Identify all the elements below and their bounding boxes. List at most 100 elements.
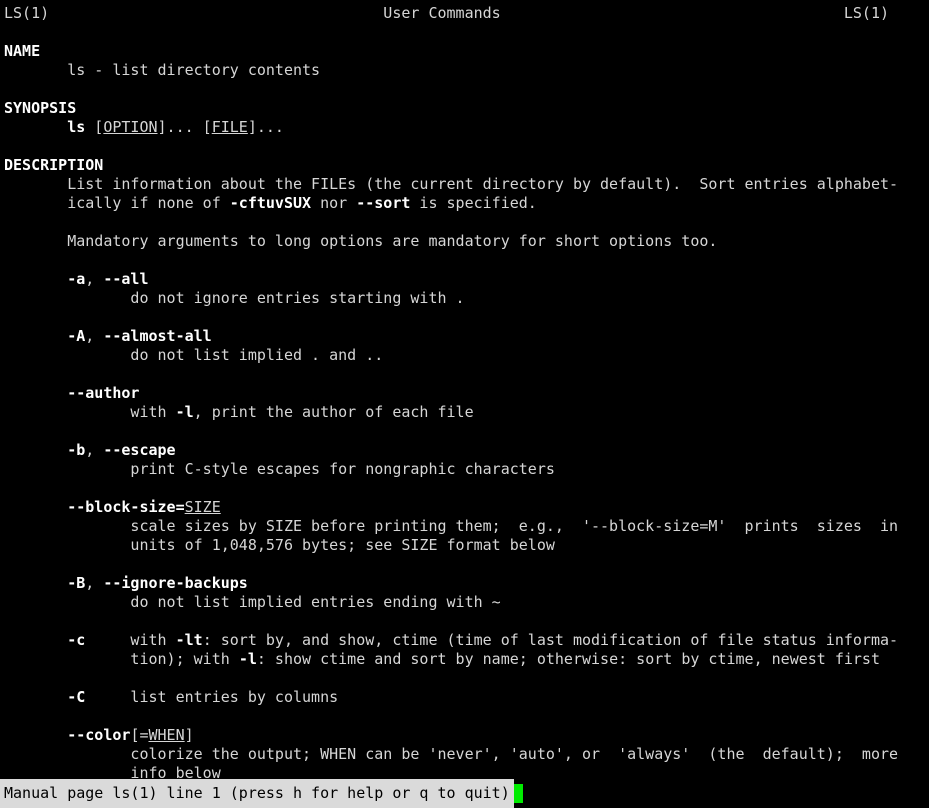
man-text-line: --block-size=SIZE <box>4 498 929 517</box>
blank-line <box>4 707 929 726</box>
man-text-line: scale sizes by SIZE before printing them… <box>4 517 929 536</box>
text-run: is specified. <box>410 194 536 212</box>
section-heading-text: DESCRIPTION <box>4 156 103 174</box>
section-heading-text: SYNOPSIS <box>4 99 76 117</box>
text-run: , <box>85 441 103 459</box>
option-flag: = <box>176 498 185 516</box>
text-run <box>4 574 67 592</box>
text-run: list entries by columns <box>85 688 338 706</box>
option-flag: -C <box>67 688 85 706</box>
option-flag: --ignore-backups <box>103 574 248 592</box>
option-flag: --almost-all <box>103 327 211 345</box>
man-header-row: LS(1) User Commands LS(1) <box>4 4 929 23</box>
option-argument: SIZE <box>185 498 221 516</box>
man-text-line: -B, --ignore-backups <box>4 574 929 593</box>
man-text-line: -b, --escape <box>4 441 929 460</box>
text-run <box>4 688 67 706</box>
blank-line <box>4 479 929 498</box>
man-page-viewport[interactable]: LS(1) User Commands LS(1) NAME ls - list… <box>0 0 929 779</box>
man-text-line: do not list implied entries ending with … <box>4 593 929 612</box>
text-run: : show ctime and sort by name; otherwise… <box>257 650 880 668</box>
man-text-line: Mandatory arguments to long options are … <box>4 232 929 251</box>
text-run: ]... [ <box>158 118 212 136</box>
blank-line <box>4 669 929 688</box>
text-run: , <box>85 270 103 288</box>
option-flag: -A <box>67 327 85 345</box>
man-text-line: ls [OPTION]... [FILE]... <box>4 118 929 137</box>
man-text-line: print C-style escapes for nongraphic cha… <box>4 460 929 479</box>
pager-status-text: Manual page ls(1) line 1 (press h for he… <box>0 779 514 808</box>
text-run <box>4 384 67 402</box>
text-run <box>4 441 67 459</box>
option-flag: --sort <box>356 194 410 212</box>
text-run <box>4 631 67 649</box>
text-run: with <box>85 631 175 649</box>
man-text-line: info below <box>4 764 929 779</box>
man-text-line: units of 1,048,576 bytes; see SIZE forma… <box>4 536 929 555</box>
section-heading-text: NAME <box>4 42 40 60</box>
man-text-line: -a, --all <box>4 270 929 289</box>
man-text-line: tion); with -l: show ctime and sort by n… <box>4 650 929 669</box>
option-flag: --author <box>67 384 139 402</box>
option-flag: --block-size <box>67 498 175 516</box>
option-flag: -lt <box>176 631 203 649</box>
blank-line <box>4 422 929 441</box>
text-run: [= <box>130 726 148 744</box>
text-run <box>4 327 67 345</box>
man-text-line: ls - list directory contents <box>4 61 929 80</box>
man-text-line: -C list entries by columns <box>4 688 929 707</box>
text-run: : sort by, and show, ctime (time of last… <box>203 631 898 649</box>
text-run: , print the author of each file <box>194 403 474 421</box>
man-text-line: --color[=WHEN] <box>4 726 929 745</box>
text-run: , <box>85 327 103 345</box>
man-section-heading: DESCRIPTION <box>4 156 929 175</box>
text-run: ically if none of <box>4 194 230 212</box>
text-run: ]... <box>248 118 284 136</box>
man-text-line: -A, --almost-all <box>4 327 929 346</box>
text-run: tion); with <box>4 650 239 668</box>
man-text-line: ically if none of -cftuvSUX nor --sort i… <box>4 194 929 213</box>
option-flag: --all <box>103 270 148 288</box>
blank-line <box>4 308 929 327</box>
option-flag: -l <box>239 650 257 668</box>
option-flag: -b <box>67 441 85 459</box>
text-run: ] <box>185 726 194 744</box>
text-run: [ <box>85 118 103 136</box>
text-run <box>4 270 67 288</box>
option-flag: -cftuvSUX <box>230 194 311 212</box>
man-text-line: do not list implied . and .. <box>4 346 929 365</box>
text-run <box>4 118 67 136</box>
man-text-line: do not ignore entries starting with . <box>4 289 929 308</box>
man-text-line: colorize the output; WHEN can be 'never'… <box>4 745 929 764</box>
option-argument: OPTION <box>103 118 157 136</box>
text-cursor <box>514 784 523 803</box>
blank-line <box>4 612 929 631</box>
text-run: with <box>4 403 176 421</box>
option-flag: -c <box>67 631 85 649</box>
option-flag: --color <box>67 726 130 744</box>
blank-line <box>4 251 929 270</box>
man-section-heading: NAME <box>4 42 929 61</box>
blank-line <box>4 137 929 156</box>
blank-line <box>4 80 929 99</box>
man-text-line: --author <box>4 384 929 403</box>
option-flag: -B <box>67 574 85 592</box>
man-text-line: with -l, print the author of each file <box>4 403 929 422</box>
pager-status-bar: Manual page ls(1) line 1 (press h for he… <box>0 779 523 808</box>
text-run <box>4 726 67 744</box>
man-text-line: -c with -lt: sort by, and show, ctime (t… <box>4 631 929 650</box>
option-flag: -a <box>67 270 85 288</box>
man-section-heading: SYNOPSIS <box>4 99 929 118</box>
blank-line <box>4 23 929 42</box>
terminal-window[interactable]: LS(1) User Commands LS(1) NAME ls - list… <box>0 0 929 808</box>
option-argument: WHEN <box>149 726 185 744</box>
blank-line <box>4 213 929 232</box>
option-flag: ls <box>67 118 85 136</box>
option-argument: FILE <box>212 118 248 136</box>
text-run: nor <box>311 194 356 212</box>
blank-line <box>4 365 929 384</box>
text-run <box>4 498 67 516</box>
text-run: , <box>85 574 103 592</box>
option-flag: -l <box>176 403 194 421</box>
blank-line <box>4 555 929 574</box>
